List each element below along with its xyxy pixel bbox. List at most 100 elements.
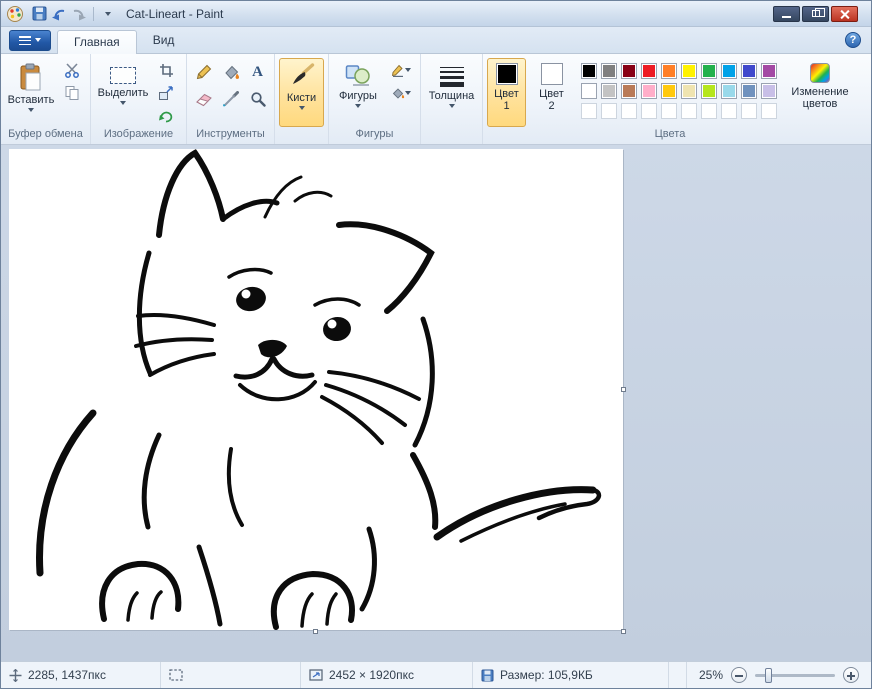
undo-button[interactable] xyxy=(49,5,69,23)
color2-button[interactable]: Цвет 2 xyxy=(532,58,571,127)
palette-swatch[interactable] xyxy=(761,63,777,79)
magnifier-tool-button[interactable] xyxy=(246,87,270,111)
palette-swatch-empty[interactable] xyxy=(641,103,657,119)
qat-separator xyxy=(93,7,94,21)
chevron-down-icon xyxy=(299,106,305,113)
edit-colors-label: Изменение цветов xyxy=(788,86,852,110)
group-label-tools: Инструменты xyxy=(187,127,274,144)
canvas-resize-handle-bottom[interactable] xyxy=(313,629,318,634)
cut-button[interactable] xyxy=(60,60,84,80)
palette-swatch[interactable] xyxy=(721,83,737,99)
text-tool-button[interactable]: A xyxy=(246,60,270,84)
group-label-clipboard: Буфер обмена xyxy=(1,127,90,144)
palette-swatch[interactable] xyxy=(581,63,597,79)
rotate-button[interactable] xyxy=(154,106,178,126)
resize-button[interactable] xyxy=(154,83,178,103)
palette-swatch[interactable] xyxy=(661,63,677,79)
shape-fill-button[interactable] xyxy=(386,83,416,103)
restore-button[interactable] xyxy=(802,6,829,22)
outline-pencil-icon xyxy=(391,64,405,77)
palette-swatch-empty[interactable] xyxy=(581,103,597,119)
edit-colors-button[interactable]: Изменение цветов xyxy=(787,58,853,127)
zoom-slider-track[interactable] xyxy=(755,674,835,677)
paste-button[interactable]: Вставить xyxy=(5,58,57,127)
group-colors: Цвет 1 Цвет 2 Изменение цветов Цвета xyxy=(483,54,857,144)
palette-swatch[interactable] xyxy=(641,83,657,99)
close-button[interactable] xyxy=(831,6,858,22)
undo-icon xyxy=(51,7,67,21)
group-image: Выделить xyxy=(91,54,187,144)
shape-outline-button[interactable] xyxy=(386,60,416,80)
group-label-colors: Цвета xyxy=(483,127,857,144)
palette-swatch[interactable] xyxy=(701,83,717,99)
shapes-label: Фигуры xyxy=(339,90,377,102)
redo-button[interactable] xyxy=(69,5,89,23)
color-picker-tool-button[interactable] xyxy=(219,87,243,111)
tab-home[interactable]: Главная xyxy=(57,30,137,54)
palette-swatch[interactable] xyxy=(701,63,717,79)
minimize-button[interactable] xyxy=(773,6,800,22)
select-button[interactable]: Выделить xyxy=(95,58,151,127)
text-tool-icon: A xyxy=(252,64,263,81)
shapes-button[interactable]: Фигуры xyxy=(333,58,383,127)
eraser-tool-button[interactable] xyxy=(192,87,216,111)
palette-swatch-empty[interactable] xyxy=(681,103,697,119)
palette-swatch-empty[interactable] xyxy=(761,103,777,119)
save-icon xyxy=(32,6,47,21)
palette-swatch[interactable] xyxy=(761,83,777,99)
zoom-out-button[interactable] xyxy=(731,667,747,683)
help-button[interactable]: ? xyxy=(845,32,861,48)
title-bar: Cat-Lineart - Paint xyxy=(1,1,871,27)
canvas-resize-handle-right[interactable] xyxy=(621,387,626,392)
status-cursor-position: 2285, 1437пкс xyxy=(1,662,161,688)
palette-swatch[interactable] xyxy=(741,83,757,99)
palette-swatch-empty[interactable] xyxy=(601,103,617,119)
drawing-canvas[interactable] xyxy=(9,149,623,630)
palette-swatch[interactable] xyxy=(681,63,697,79)
fill-bucket-icon xyxy=(222,64,240,81)
palette-swatch-empty[interactable] xyxy=(621,103,637,119)
file-menu-button[interactable] xyxy=(9,30,51,51)
group-brushes: Кисти xyxy=(275,54,329,144)
zoom-slider-thumb[interactable] xyxy=(765,668,772,683)
palette-swatch[interactable] xyxy=(681,83,697,99)
palette-swatch-empty[interactable] xyxy=(741,103,757,119)
brush-icon xyxy=(289,63,315,89)
size-button[interactable]: Толщина xyxy=(425,58,478,127)
canvas-scroll-area[interactable] xyxy=(1,145,871,663)
palette-swatch[interactable] xyxy=(661,83,677,99)
palette-swatch[interactable] xyxy=(621,63,637,79)
zoom-in-button[interactable] xyxy=(843,667,859,683)
chevron-down-icon xyxy=(405,68,411,75)
color1-button[interactable]: Цвет 1 xyxy=(487,58,526,127)
save-button[interactable] xyxy=(29,5,49,23)
fill-icon xyxy=(391,87,405,100)
pencil-tool-button[interactable] xyxy=(192,60,216,84)
palette-swatch[interactable] xyxy=(601,63,617,79)
canvas-resize-handle-corner[interactable] xyxy=(621,629,626,634)
brushes-button[interactable]: Кисти xyxy=(279,58,324,127)
chevron-down-icon xyxy=(449,104,455,111)
palette-swatch[interactable] xyxy=(581,83,597,99)
palette-swatch[interactable] xyxy=(621,83,637,99)
crop-button[interactable] xyxy=(154,60,178,80)
tab-view[interactable]: Вид xyxy=(137,29,191,53)
palette-swatch-empty[interactable] xyxy=(661,103,677,119)
minimize-icon xyxy=(782,16,791,18)
copy-button[interactable] xyxy=(60,83,84,103)
select-rectangle-icon xyxy=(110,67,136,84)
paste-clipboard-icon xyxy=(19,63,43,91)
file-size-disk-icon xyxy=(481,669,494,682)
palette-swatch-empty[interactable] xyxy=(721,103,737,119)
fill-tool-button[interactable] xyxy=(219,60,243,84)
quick-access-toolbar-menu[interactable] xyxy=(98,5,118,23)
palette-swatch[interactable] xyxy=(601,83,617,99)
palette-swatch[interactable] xyxy=(741,63,757,79)
group-label-image: Изображение xyxy=(91,127,186,144)
palette-swatch[interactable] xyxy=(721,63,737,79)
palette-swatch-empty[interactable] xyxy=(701,103,717,119)
palette-swatch[interactable] xyxy=(641,63,657,79)
rotate-icon xyxy=(158,109,174,124)
cursor-position-value: 2285, 1437пкс xyxy=(28,668,106,682)
image-size-value: 2452 × 1920пкс xyxy=(329,668,414,682)
